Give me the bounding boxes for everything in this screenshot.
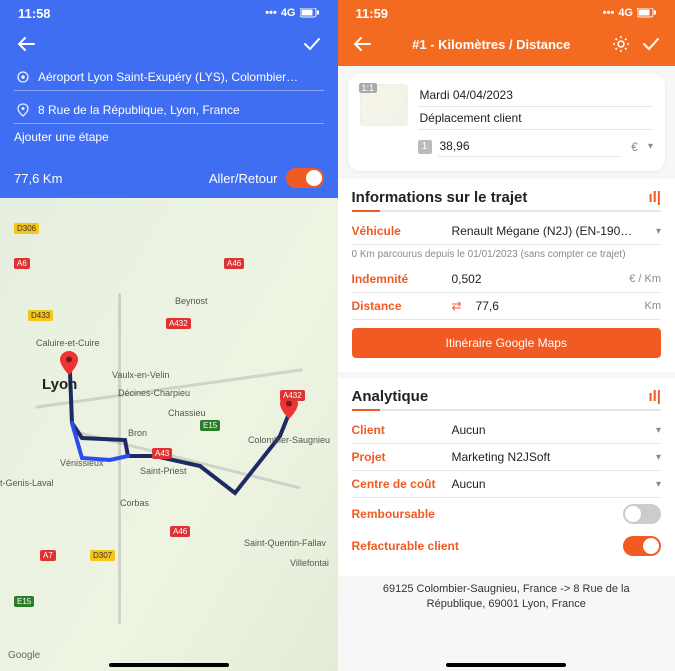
settings-button[interactable]	[611, 34, 631, 54]
indemnite-row: Indemnité 0,502 € / Km	[352, 266, 662, 293]
battery-icon	[300, 8, 320, 18]
battery-icon	[637, 8, 657, 18]
pin-icon	[16, 103, 30, 117]
client-row[interactable]: Client Aucun ▾	[352, 417, 662, 444]
amount-input[interactable]: 38,96	[438, 136, 622, 157]
detail-header: #1 - Kilomètres / Distance	[338, 26, 675, 66]
map-pin-origin	[60, 351, 78, 375]
receipt-thumbnail[interactable]: 1:1	[360, 84, 408, 126]
expense-card: 1:1 Mardi 04/04/2023 Déplacement client …	[348, 74, 666, 171]
page-title: #1 - Kilomètres / Distance	[382, 37, 602, 52]
confirm-button[interactable]	[300, 32, 324, 56]
vehicle-row[interactable]: Véhicule Renault Mégane (N2J) (EN-190… ▾	[352, 218, 662, 245]
total-distance: 77,6 Km	[14, 171, 62, 186]
route-polyline	[0, 198, 338, 658]
project-row[interactable]: Projet Marketing N2JSoft ▾	[352, 444, 662, 471]
chevron-down-icon: ▾	[656, 479, 661, 490]
map-city-lyon: Lyon	[42, 376, 77, 393]
expense-date-field[interactable]: Mardi 04/04/2023	[418, 84, 654, 107]
check-icon	[303, 37, 321, 51]
chevron-down-icon: ▾	[656, 425, 661, 436]
check-icon	[642, 37, 660, 51]
home-indicator[interactable]	[446, 663, 566, 667]
currency-label: €	[627, 140, 642, 154]
expense-category-field[interactable]: Déplacement client	[418, 107, 654, 130]
destination-field[interactable]: 8 Rue de la République, Lyon, France	[14, 97, 324, 124]
billable-row: Refacturable client	[352, 530, 662, 562]
arrow-left-icon	[17, 37, 35, 51]
reimbursable-toggle[interactable]	[623, 504, 661, 524]
chevron-down-icon: ▾	[656, 226, 661, 237]
step-badge: 1	[418, 140, 432, 154]
chevron-down-icon: ▾	[656, 452, 661, 463]
status-signal: •••4G	[265, 7, 319, 19]
route-description: 69125 Colombier-Saugnieu, France -> 8 Ru…	[338, 576, 675, 626]
arrow-left-icon	[353, 37, 371, 51]
status-bar: 11:59 •••4G	[338, 0, 675, 26]
phone-expense-detail: 11:59 •••4G #1 - Kilomètres / Distance 1…	[338, 0, 675, 671]
distance-row: Distance ⇄ 77,6 Km	[352, 293, 662, 320]
status-bar: 11:58 •••4G	[0, 0, 338, 26]
back-button[interactable]	[352, 34, 372, 54]
destination-text: 8 Rue de la République, Lyon, France	[38, 103, 240, 117]
google-maps-button[interactable]: Itinéraire Google Maps	[352, 328, 662, 358]
trip-info-section: Informations sur le trajet ıl| Véhicule …	[338, 179, 675, 372]
status-time: 11:58	[18, 6, 51, 21]
status-signal: •••4G	[603, 7, 657, 19]
origin-field[interactable]: Aéroport Lyon Saint-Exupéry (LYS), Colom…	[14, 64, 324, 91]
reimbursable-row: Remboursable	[352, 498, 662, 530]
map-attribution: Google	[8, 650, 40, 661]
target-icon	[16, 70, 30, 84]
map-view[interactable]: Lyon Caluire-et-Cuire Vaulx-en-Velin Déc…	[0, 198, 338, 671]
roundtrip-label: Aller/Retour	[209, 171, 278, 186]
status-time: 11:59	[356, 6, 389, 21]
analytics-section: Analytique ıl| Client Aucun ▾ Projet Mar…	[338, 378, 675, 576]
route-icon: ⇄	[452, 299, 462, 313]
gear-icon	[612, 35, 630, 53]
bars-icon: ıl|	[648, 189, 661, 206]
confirm-button[interactable]	[641, 34, 661, 54]
roundtrip-toggle[interactable]	[286, 168, 324, 188]
phone-map-route: 11:58 •••4G Aéroport Lyon Saint-Exupéry …	[0, 0, 338, 671]
cost-center-row[interactable]: Centre de coût Aucun ▾	[352, 471, 662, 498]
bars-icon: ıl|	[648, 388, 661, 405]
km-note: 0 Km parcourus depuis le 01/01/2023 (san…	[352, 245, 662, 266]
trip-info-title: Informations sur le trajet	[352, 189, 528, 206]
back-button[interactable]	[14, 32, 38, 56]
route-header: Aéroport Lyon Saint-Exupéry (LYS), Colom…	[0, 26, 338, 158]
add-step-button[interactable]: Ajouter une étape	[14, 130, 324, 144]
billable-toggle[interactable]	[623, 536, 661, 556]
distance-bar: 77,6 Km Aller/Retour	[0, 158, 338, 198]
currency-dropdown[interactable]: ▾	[648, 141, 653, 152]
thumb-ratio-badge: 1:1	[359, 83, 378, 93]
analytics-title: Analytique	[352, 388, 429, 405]
origin-text: Aéroport Lyon Saint-Exupéry (LYS), Colom…	[38, 70, 298, 84]
home-indicator[interactable]	[109, 663, 229, 667]
